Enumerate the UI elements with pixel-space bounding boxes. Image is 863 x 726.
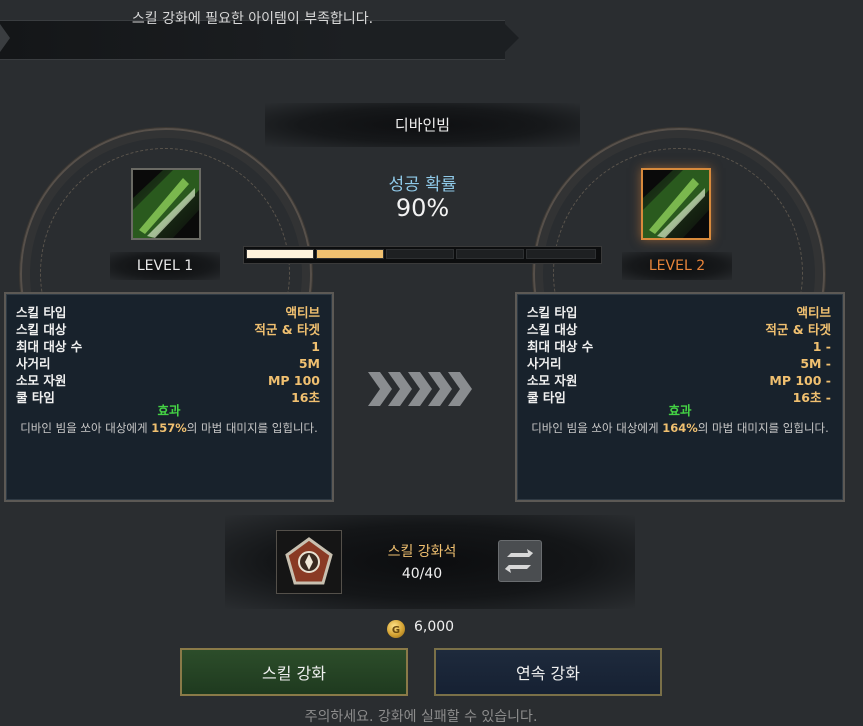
stat-row: 스킬 대상 적군 & 타겟 bbox=[517, 321, 843, 338]
effect-description: 디바인 빔을 쏘아 대상에게 164%의 마법 대미지를 입힙니다. bbox=[529, 420, 831, 436]
stat-label: 스킬 타입 bbox=[527, 305, 578, 320]
banner-right-ornament bbox=[505, 24, 519, 52]
stat-label: 최대 대상 수 bbox=[527, 339, 594, 354]
material-count: 40/40 bbox=[401, 566, 443, 582]
continuous-enhance-button[interactable]: 연속 강화 bbox=[434, 648, 662, 696]
stat-row: 최대 대상 수 1 - bbox=[517, 338, 843, 355]
divine-beam-icon bbox=[643, 170, 709, 238]
stat-label: 소모 자원 bbox=[16, 373, 67, 388]
progress-segment bbox=[246, 249, 314, 259]
material-swap-button[interactable] bbox=[498, 540, 542, 582]
progress-segment bbox=[526, 249, 596, 259]
effect-text: 디바인 빔을 쏘아 대상에게 bbox=[531, 421, 663, 435]
stat-label: 스킬 대상 bbox=[527, 322, 578, 337]
effect-title: 효과 bbox=[157, 403, 181, 418]
effect-text: 의 마법 대미지를 입힙니다. bbox=[697, 421, 829, 435]
stat-value: MP 100 bbox=[267, 373, 320, 388]
swap-icon bbox=[505, 549, 533, 573]
stat-row: 최대 대상 수 1 bbox=[6, 338, 332, 355]
effect-text: 의 마법 대미지를 입힙니다. bbox=[186, 421, 318, 435]
next-skill-icon[interactable] bbox=[641, 168, 711, 240]
stat-value: 1 bbox=[311, 339, 320, 354]
success-rate-label: 성공 확률 bbox=[388, 175, 457, 195]
enhance-button[interactable]: 스킬 강화 bbox=[180, 648, 408, 696]
success-rate-value: 90% bbox=[395, 194, 450, 222]
stat-value: 적군 & 타겟 bbox=[254, 322, 320, 337]
stat-row: 사거리 5M bbox=[6, 355, 332, 372]
current-skill-icon[interactable] bbox=[131, 168, 201, 240]
stat-value: 액티브 bbox=[796, 305, 831, 320]
effect-percent: 164% bbox=[662, 421, 698, 435]
stat-label: 최대 대상 수 bbox=[16, 339, 83, 354]
progress-segment bbox=[386, 249, 454, 259]
stat-label: 소모 자원 bbox=[527, 373, 578, 388]
stat-value: 5M - bbox=[800, 356, 831, 371]
stat-label: 사거리 bbox=[527, 356, 562, 371]
enhance-stone-slot[interactable] bbox=[276, 530, 342, 594]
effect-title: 효과 bbox=[668, 403, 692, 418]
stat-row: 소모 자원 MP 100 bbox=[6, 372, 332, 389]
enhance-stone-icon bbox=[277, 531, 341, 593]
stat-row: 스킬 타입 액티브 bbox=[6, 304, 332, 321]
stat-value: 5M bbox=[298, 356, 320, 371]
enhance-progress-bar bbox=[243, 246, 602, 264]
progress-segment bbox=[456, 249, 524, 259]
skill-name: 디바인빔 bbox=[394, 116, 451, 134]
next-stats-panel: 스킬 타입 액티브 스킬 대상 적군 & 타겟 최대 대상 수 1 - 사거리 … bbox=[515, 292, 845, 502]
upgrade-arrow-icon bbox=[368, 372, 472, 406]
stat-row: 스킬 타입 액티브 bbox=[517, 304, 843, 321]
current-stats-panel: 스킬 타입 액티브 스킬 대상 적군 & 타겟 최대 대상 수 1 사거리 5M… bbox=[4, 292, 334, 502]
current-level-label: LEVEL 1 bbox=[110, 252, 220, 280]
stat-label: 스킬 타입 bbox=[16, 305, 67, 320]
stat-row: 스킬 대상 적군 & 타겟 bbox=[6, 321, 332, 338]
stat-label: 사거리 bbox=[16, 356, 51, 371]
gold-coin-icon: G bbox=[387, 620, 405, 638]
effect-percent: 157% bbox=[151, 421, 187, 435]
stat-value: 적군 & 타겟 bbox=[765, 322, 831, 337]
divine-beam-icon bbox=[133, 170, 199, 238]
stat-row: 소모 자원 MP 100 - bbox=[517, 372, 843, 389]
effect-text: 디바인 빔을 쏘아 대상에게 bbox=[20, 421, 152, 435]
stat-value: 1 - bbox=[812, 339, 831, 354]
stat-value: 액티브 bbox=[285, 305, 320, 320]
effect-description: 디바인 빔을 쏘아 대상에게 157%의 마법 대미지를 입힙니다. bbox=[18, 420, 320, 436]
stat-value: MP 100 - bbox=[769, 373, 831, 388]
notification-message: 스킬 강화에 필요한 아이템이 부족합니다. bbox=[131, 11, 374, 27]
next-level-label: LEVEL 2 bbox=[622, 252, 732, 280]
stat-label: 스킬 대상 bbox=[16, 322, 67, 337]
svg-text:G: G bbox=[392, 625, 400, 636]
material-name: 스킬 강화석 bbox=[387, 544, 457, 560]
progress-segment bbox=[316, 249, 384, 259]
stat-row: 사거리 5M - bbox=[517, 355, 843, 372]
gold-cost: 6,000 bbox=[414, 619, 455, 635]
failure-warning: 주의하세요. 강화에 실패할 수 있습니다. bbox=[304, 709, 538, 725]
